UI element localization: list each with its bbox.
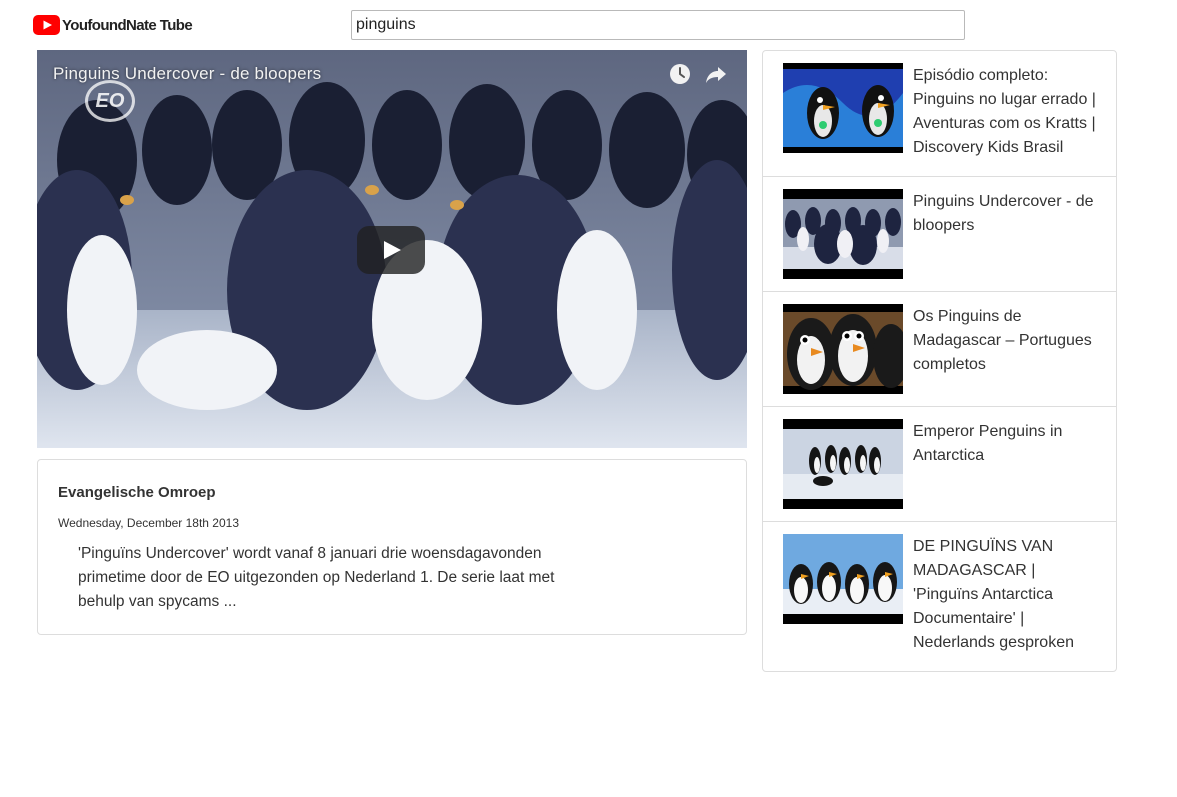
app-logo[interactable]: YoufoundNate Tube bbox=[33, 14, 193, 36]
result-title[interactable]: Os Pinguins de Madagascar – Portugues co… bbox=[913, 305, 1103, 377]
video-thumbnail[interactable] bbox=[783, 419, 903, 509]
video-title[interactable]: Pinguins Undercover - de bloopers bbox=[53, 64, 321, 84]
share-icon[interactable] bbox=[705, 63, 727, 85]
video-player[interactable]: EO Pinguins Undercover - de bloopers bbox=[37, 50, 747, 448]
video-thumbnail[interactable] bbox=[783, 304, 903, 394]
video-thumbnail[interactable] bbox=[783, 63, 903, 153]
video-description: 'Pinguïns Undercover' wordt vanaf 8 janu… bbox=[78, 545, 555, 610]
video-thumbnail[interactable] bbox=[783, 189, 903, 279]
result-title[interactable]: Episódio completo: Pinguins no lugar err… bbox=[913, 64, 1103, 160]
result-item[interactable]: Emperor Penguins in Antarctica bbox=[763, 407, 1116, 522]
result-title[interactable]: Pinguins Undercover - de bloopers bbox=[913, 190, 1103, 238]
search-results-list: Episódio completo: Pinguins no lugar err… bbox=[762, 50, 1117, 672]
result-title[interactable]: DE PINGUÏNS VAN MADAGASCAR | 'Pinguïns A… bbox=[913, 535, 1103, 655]
app-name: YoufoundNate Tube bbox=[62, 16, 193, 34]
channel-watermark: EO bbox=[85, 80, 135, 122]
play-button[interactable] bbox=[357, 226, 425, 274]
video-thumbnail[interactable] bbox=[783, 534, 903, 624]
result-item[interactable]: Os Pinguins de Madagascar – Portugues co… bbox=[763, 292, 1116, 407]
publish-date: Wednesday, December 18th 2013 bbox=[58, 516, 240, 530]
channel-name[interactable]: Evangelische Omroep bbox=[58, 484, 216, 501]
app-header: YoufoundNate Tube bbox=[0, 0, 1177, 48]
video-info-card: Evangelische Omroep Wednesday, December … bbox=[37, 459, 747, 635]
youtube-play-icon bbox=[33, 15, 60, 35]
result-title[interactable]: Emperor Penguins in Antarctica bbox=[913, 420, 1103, 468]
result-item[interactable]: DE PINGUÏNS VAN MADAGASCAR | 'Pinguïns A… bbox=[763, 522, 1116, 671]
result-item[interactable]: Episódio completo: Pinguins no lugar err… bbox=[763, 51, 1116, 177]
result-item[interactable]: Pinguins Undercover - de bloopers bbox=[763, 177, 1116, 292]
search-input[interactable] bbox=[351, 10, 965, 40]
watch-later-icon[interactable] bbox=[669, 63, 691, 85]
